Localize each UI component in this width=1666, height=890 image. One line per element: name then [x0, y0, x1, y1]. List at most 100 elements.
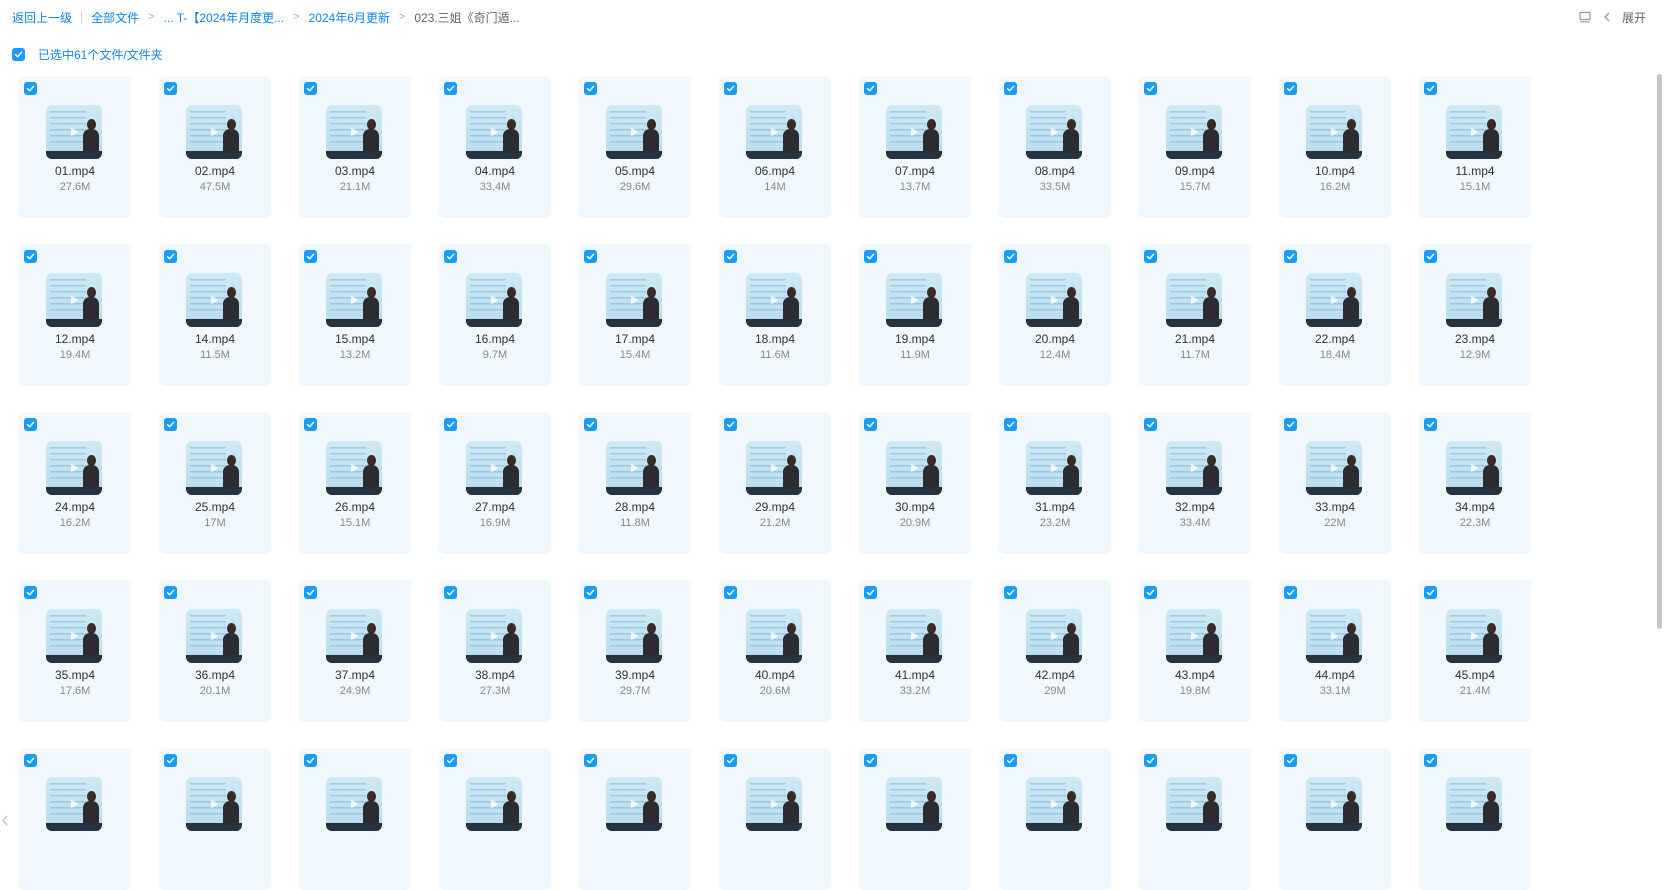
video-thumbnail[interactable]	[746, 273, 802, 327]
file-card[interactable]: 33.mp4 22M	[1279, 412, 1391, 554]
file-checkbox[interactable]	[724, 754, 737, 767]
file-checkbox[interactable]	[164, 418, 177, 431]
file-checkbox[interactable]	[584, 82, 597, 95]
file-card[interactable]	[859, 748, 971, 890]
file-card[interactable]: 28.mp4 11.8M	[579, 412, 691, 554]
video-thumbnail[interactable]	[1166, 777, 1222, 831]
breadcrumb-all-files[interactable]: 全部文件	[91, 9, 139, 26]
file-checkbox[interactable]	[1424, 754, 1437, 767]
file-card[interactable]: 30.mp4 20.9M	[859, 412, 971, 554]
select-all-checkbox[interactable]	[12, 47, 25, 61]
file-card[interactable]: 37.mp4 24.9M	[299, 580, 411, 722]
chevron-left-icon[interactable]	[1602, 11, 1612, 23]
file-checkbox[interactable]	[1004, 250, 1017, 263]
file-card[interactable]	[719, 748, 831, 890]
file-checkbox[interactable]	[864, 250, 877, 263]
file-checkbox[interactable]	[164, 250, 177, 263]
file-checkbox[interactable]	[24, 586, 37, 599]
video-thumbnail[interactable]	[746, 609, 802, 663]
file-checkbox[interactable]	[1004, 82, 1017, 95]
file-card[interactable]: 34.mp4 22.3M	[1419, 412, 1531, 554]
file-checkbox[interactable]	[304, 586, 317, 599]
video-thumbnail[interactable]	[186, 273, 242, 327]
file-card[interactable]: 21.mp4 11.7M	[1139, 244, 1251, 386]
file-checkbox[interactable]	[1284, 418, 1297, 431]
video-thumbnail[interactable]	[46, 441, 102, 495]
file-checkbox[interactable]	[584, 250, 597, 263]
video-thumbnail[interactable]	[1446, 441, 1502, 495]
file-checkbox[interactable]	[584, 586, 597, 599]
video-thumbnail[interactable]	[886, 441, 942, 495]
file-checkbox[interactable]	[864, 586, 877, 599]
video-thumbnail[interactable]	[186, 609, 242, 663]
file-checkbox[interactable]	[1144, 586, 1157, 599]
video-thumbnail[interactable]	[1446, 273, 1502, 327]
file-checkbox[interactable]	[1144, 418, 1157, 431]
file-card[interactable]	[439, 748, 551, 890]
file-checkbox[interactable]	[1424, 418, 1437, 431]
video-thumbnail[interactable]	[606, 105, 662, 159]
file-card[interactable]: 14.mp4 11.5M	[159, 244, 271, 386]
file-card[interactable]: 09.mp4 15.7M	[1139, 76, 1251, 218]
file-checkbox[interactable]	[444, 82, 457, 95]
file-checkbox[interactable]	[24, 82, 37, 95]
list-view-icon[interactable]	[1578, 10, 1592, 24]
video-thumbnail[interactable]	[46, 777, 102, 831]
file-card[interactable]: 07.mp4 13.7M	[859, 76, 971, 218]
file-checkbox[interactable]	[1144, 250, 1157, 263]
file-card[interactable]: 18.mp4 11.6M	[719, 244, 831, 386]
file-checkbox[interactable]	[164, 754, 177, 767]
video-thumbnail[interactable]	[466, 609, 522, 663]
file-checkbox[interactable]	[304, 754, 317, 767]
video-thumbnail[interactable]	[886, 273, 942, 327]
file-card[interactable]: 40.mp4 20.6M	[719, 580, 831, 722]
breadcrumb-level1[interactable]: ... T-【2024年月度更...	[164, 9, 284, 26]
video-thumbnail[interactable]	[1166, 441, 1222, 495]
video-thumbnail[interactable]	[1166, 105, 1222, 159]
file-checkbox[interactable]	[1284, 754, 1297, 767]
file-card[interactable]: 06.mp4 14M	[719, 76, 831, 218]
file-checkbox[interactable]	[724, 418, 737, 431]
file-card[interactable]: 22.mp4 18.4M	[1279, 244, 1391, 386]
video-thumbnail[interactable]	[326, 777, 382, 831]
file-checkbox[interactable]	[1424, 586, 1437, 599]
file-checkbox[interactable]	[444, 586, 457, 599]
file-card[interactable]: 01.mp4 27.6M	[19, 76, 131, 218]
video-thumbnail[interactable]	[326, 609, 382, 663]
file-card[interactable]: 04.mp4 33.4M	[439, 76, 551, 218]
file-checkbox[interactable]	[724, 82, 737, 95]
file-checkbox[interactable]	[24, 250, 37, 263]
video-thumbnail[interactable]	[466, 273, 522, 327]
file-checkbox[interactable]	[304, 418, 317, 431]
file-card[interactable]: 20.mp4 12.4M	[999, 244, 1111, 386]
video-thumbnail[interactable]	[186, 777, 242, 831]
file-card[interactable]: 32.mp4 33.4M	[1139, 412, 1251, 554]
file-checkbox[interactable]	[724, 586, 737, 599]
video-thumbnail[interactable]	[746, 777, 802, 831]
file-checkbox[interactable]	[864, 754, 877, 767]
file-card[interactable]: 19.mp4 11.9M	[859, 244, 971, 386]
video-thumbnail[interactable]	[466, 105, 522, 159]
file-checkbox[interactable]	[1144, 754, 1157, 767]
video-thumbnail[interactable]	[46, 609, 102, 663]
video-thumbnail[interactable]	[1306, 777, 1362, 831]
file-card[interactable]: 29.mp4 21.2M	[719, 412, 831, 554]
video-thumbnail[interactable]	[1446, 105, 1502, 159]
back-link[interactable]: 返回上一级	[12, 9, 72, 26]
file-card[interactable]: 27.mp4 16.9M	[439, 412, 551, 554]
video-thumbnail[interactable]	[886, 777, 942, 831]
file-card[interactable]: 42.mp4 29M	[999, 580, 1111, 722]
video-thumbnail[interactable]	[326, 441, 382, 495]
file-card[interactable]: 31.mp4 23.2M	[999, 412, 1111, 554]
file-card[interactable]	[1279, 748, 1391, 890]
video-thumbnail[interactable]	[746, 441, 802, 495]
file-checkbox[interactable]	[1284, 82, 1297, 95]
video-thumbnail[interactable]	[1026, 441, 1082, 495]
video-thumbnail[interactable]	[1446, 609, 1502, 663]
video-thumbnail[interactable]	[1306, 609, 1362, 663]
file-checkbox[interactable]	[164, 82, 177, 95]
video-thumbnail[interactable]	[46, 273, 102, 327]
file-checkbox[interactable]	[304, 82, 317, 95]
file-checkbox[interactable]	[1004, 586, 1017, 599]
file-card[interactable]: 03.mp4 21.1M	[299, 76, 411, 218]
